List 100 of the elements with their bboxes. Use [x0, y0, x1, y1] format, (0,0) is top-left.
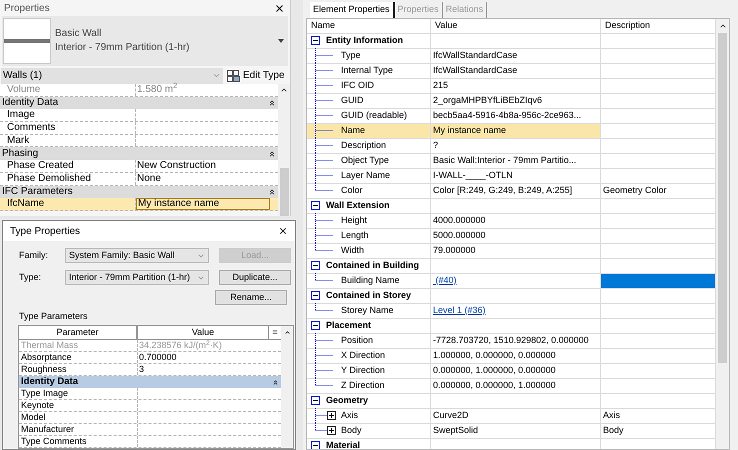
collapse-icon[interactable] [311, 261, 320, 270]
property-name: Body [341, 424, 362, 437]
tree-line [315, 108, 333, 123]
collapse-icon[interactable] [311, 36, 320, 45]
tree-line [315, 48, 333, 63]
column-header[interactable]: Parameter [19, 326, 138, 339]
expand-icon[interactable] [327, 426, 336, 435]
section-label: Type Parameters [18, 310, 89, 322]
scroll-up-icon[interactable] [280, 86, 288, 94]
category-header[interactable]: Phasing [0, 147, 278, 160]
parameter-name: Type Image [19, 388, 138, 399]
collapse-icon[interactable] [311, 321, 320, 330]
scrollbar[interactable] [278, 84, 290, 216]
property-value: becb5aa4-5916-4b8a-956c-2ce963... [433, 108, 582, 122]
parameter-value[interactable]: My instance name [136, 198, 270, 210]
group-name: Contained in Storey [326, 288, 412, 302]
column-header[interactable]: Value [431, 19, 601, 34]
category-header[interactable]: Identity Data [0, 96, 278, 110]
parameter-name: Comments [0, 122, 136, 134]
parameter-name: Roughness [19, 364, 138, 375]
parameter-value: 3 [138, 364, 146, 375]
property-name: Height [341, 214, 368, 227]
property-link[interactable]: Level 1 (#36) [433, 304, 486, 318]
parameter-name: Keynote [19, 400, 138, 411]
collapse-icon[interactable] [268, 99, 276, 108]
type-name: Interior - 79mm Partition (1-hr) [55, 41, 190, 55]
tree-line [315, 63, 333, 78]
property-name: Z Direction [341, 378, 385, 392]
column-header[interactable]: Name [307, 19, 431, 34]
edit-type-button[interactable]: Edit Type [227, 68, 285, 84]
parameter-name: Model [19, 412, 138, 423]
property-name: Type [341, 48, 361, 62]
scrollbar[interactable] [281, 326, 293, 448]
panel-title: Properties [4, 2, 50, 16]
collapse-icon[interactable] [311, 396, 320, 405]
scrollbar[interactable] [716, 19, 729, 449]
group-name: Placement [326, 318, 372, 332]
family-name: Basic Wall [55, 27, 102, 41]
tree-line [315, 348, 333, 363]
wall-preview-icon [3, 18, 51, 64]
collapse-icon[interactable] [268, 150, 276, 158]
collapse-icon[interactable] [311, 441, 320, 449]
scroll-up-icon[interactable] [718, 22, 726, 30]
parameter-value: New Construction [136, 160, 217, 172]
column-header[interactable]: Value [138, 326, 269, 339]
property-value: 79.000000 [433, 244, 476, 257]
column-header[interactable]: = [269, 326, 281, 339]
type-selector[interactable]: Basic Wall Interior - 79mm Partition (1-hr) [2, 16, 288, 66]
collapse-icon[interactable] [311, 291, 320, 300]
property-value: Curve2D [433, 408, 469, 422]
family-dropdown[interactable]: System Family: Basic Wall [65, 248, 209, 263]
property-link[interactable]: (#40) [433, 274, 457, 288]
property-value: IfcWallStandardCase [433, 48, 518, 62]
tree-line [315, 153, 333, 168]
dialog-button[interactable]: Duplicate... [219, 270, 291, 285]
property-value: 2_orgaMHPBYfLiBEbZIqv6 [433, 94, 542, 107]
property-name: Internal Type [341, 64, 393, 77]
collapse-icon[interactable] [311, 201, 320, 210]
tree-line [315, 93, 333, 108]
filter-dropdown[interactable]: Walls (1) [1, 68, 223, 84]
category-header[interactable]: Identity Data [19, 376, 281, 388]
parameter-name: Absorptance [19, 352, 138, 363]
parameter-value: 34.238576 kJ/(m$^{2}$·K) [138, 340, 223, 351]
property-value: Color [R:249, G:249, B:249, A:255] [433, 184, 572, 197]
property-description: Axis [603, 408, 620, 422]
field-label: Type: [19, 270, 42, 284]
dialog-button[interactable]: Rename... [215, 290, 287, 305]
group-name: Wall Extension [326, 198, 390, 212]
category-header[interactable]: IFC Parameters [0, 186, 278, 198]
parameter-name: Type Comments [19, 436, 138, 447]
tree-line [315, 273, 333, 281]
expand-icon[interactable] [327, 411, 336, 420]
property-name: Position [341, 334, 374, 347]
property-value: 0.000000, 1.000000, 0.000000 [433, 364, 556, 377]
selected-cell[interactable] [601, 274, 716, 288]
dropdown-icon[interactable] [278, 39, 284, 43]
property-name: Name [341, 124, 366, 137]
property-description: Body [603, 424, 624, 437]
tab[interactable]: Element Properties [310, 2, 395, 18]
property-name: Color [341, 184, 363, 197]
close-icon[interactable] [278, 226, 288, 236]
tree-line [315, 303, 333, 311]
scroll-up-icon[interactable] [284, 329, 290, 336]
property-name: Description [341, 138, 386, 152]
chevron-icon [212, 71, 221, 80]
field-label: Family: [19, 248, 49, 262]
collapse-icon[interactable] [268, 188, 276, 196]
property-value: 5000.000000 [433, 228, 486, 242]
property-name: IFC OID [341, 78, 374, 92]
edit-type-icon [227, 70, 240, 82]
type-dropdown[interactable]: Interior - 79mm Partition (1-hr) [65, 270, 209, 285]
property-value: My instance name [433, 124, 506, 137]
group-name: Geometry [326, 394, 368, 407]
close-icon[interactable] [274, 2, 285, 14]
property-name: Axis [341, 408, 358, 422]
tree-line [315, 213, 333, 228]
tree-line [315, 333, 333, 348]
tree-line [315, 123, 333, 138]
parameter-name: Phase Demolished [0, 172, 136, 184]
collapse-icon[interactable] [272, 378, 279, 386]
